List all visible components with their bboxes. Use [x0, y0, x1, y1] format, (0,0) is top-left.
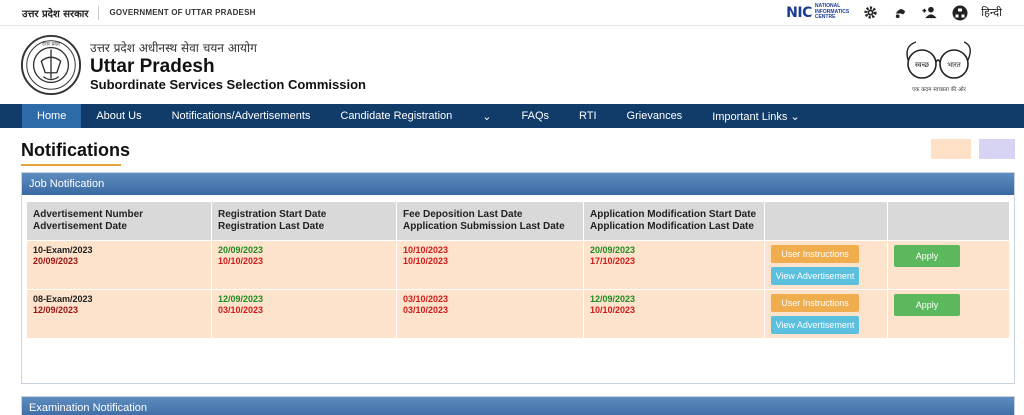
- theme-swatch-lavender[interactable]: [979, 139, 1015, 159]
- nav-candidate-registration[interactable]: Candidate Registration: [325, 104, 467, 128]
- adv-date: 20/09/2023: [33, 256, 79, 266]
- apply-button[interactable]: Apply: [894, 245, 960, 267]
- mod-start-date: 20/09/2023: [590, 245, 636, 255]
- nav-more-dropdown[interactable]: ⌄: [467, 104, 506, 128]
- reg-last-date: 10/10/2023: [218, 256, 264, 266]
- table-header-row: Advertisement Number Advertisement Date R…: [27, 202, 1009, 240]
- reg-start-date: 12/09/2023: [218, 294, 264, 304]
- glasses-icon: स्वच्छ भारत: [906, 41, 971, 79]
- exam-notification-panel: Examination Notification: [21, 396, 1015, 415]
- nic-text: NATIONAL INFORMATICS CENTRE: [814, 3, 850, 21]
- col-fee-submission: Fee Deposition Last Date Application Subm…: [397, 202, 583, 240]
- sitemap-icon[interactable]: [951, 4, 969, 22]
- gov-english-label: GOVERNMENT OF UTTAR PRADESH: [109, 8, 256, 17]
- panel-body: Advertisement Number Advertisement Date R…: [22, 195, 1014, 383]
- view-advertisement-button[interactable]: View Advertisement: [771, 316, 859, 334]
- nic-mark: NIC: [786, 4, 812, 21]
- mod-last-date: 10/10/2023: [590, 305, 636, 315]
- gov-hindi-label: उत्तर प्रदेश सरकार: [22, 8, 89, 20]
- table-row: 08-Exam/2023 12/09/2023 12/09/2023 03/10…: [27, 290, 1009, 338]
- col-apply: [888, 202, 1009, 240]
- adv-number: 08-Exam/2023: [33, 294, 93, 304]
- col-registration: Registration Start Date Registration Last…: [212, 202, 396, 240]
- swachh-tagline: एक कदम स्वच्छता की ओर: [912, 87, 966, 93]
- site-header: उत्तर प्रदेश उत्तर प्रदेश अधीनस्थ सेवा च…: [0, 26, 1024, 104]
- page-title: Notifications: [21, 140, 131, 160]
- gear-icon[interactable]: [861, 4, 879, 22]
- swachh-right-text: भारत: [947, 61, 962, 69]
- theme-swatch-peach[interactable]: [931, 139, 971, 159]
- topbar-tools: NIC NATIONAL INFORMATICS CENTRE हिन्दी: [786, 4, 1002, 22]
- nav-notifications[interactable]: Notifications/Advertisements: [157, 104, 326, 128]
- submission-last-date: 03/10/2023: [403, 305, 449, 315]
- main-nav: Home About Us Notifications/Advertisemen…: [0, 104, 1024, 128]
- title-underline: [21, 164, 121, 166]
- col-modification: Application Modification Start Date Appli…: [584, 202, 764, 240]
- title-hindi: उत्तर प्रदेश अधीनस्थ सेवा चयन आयोग: [90, 40, 257, 55]
- fee-last-date: 10/10/2023: [403, 245, 449, 255]
- table-row: 10-Exam/2023 20/09/2023 20/09/2023 10/10…: [27, 241, 1009, 289]
- users-icon[interactable]: [921, 4, 939, 22]
- swachh-left-text: स्वच्छ: [915, 61, 930, 69]
- col-advertisement: Advertisement Number Advertisement Date: [27, 202, 211, 240]
- nav-important-links[interactable]: Important Links ⌄: [697, 104, 814, 128]
- apply-button[interactable]: Apply: [894, 294, 960, 316]
- nic-logo[interactable]: NIC NATIONAL INFORMATICS CENTRE: [786, 4, 849, 21]
- nav-faqs[interactable]: FAQs: [507, 104, 565, 128]
- swachh-bharat-logo: स्वच्छ भारत एक कदम स्वच्छता की ओर: [902, 38, 976, 94]
- nav-rti[interactable]: RTI: [564, 104, 612, 128]
- panel-title: Examination Notification: [22, 397, 1014, 415]
- mod-start-date: 12/09/2023: [590, 294, 636, 304]
- user-instructions-button[interactable]: User Instructions: [771, 245, 859, 263]
- top-utility-bar: उत्तर प्रदेश सरकार GOVERNMENT OF UTTAR P…: [0, 0, 1024, 26]
- job-table: Advertisement Number Advertisement Date R…: [26, 201, 1010, 339]
- title-sub: Subordinate Services Selection Commissio…: [90, 76, 366, 92]
- header-titles: उत्तर प्रदेश अधीनस्थ सेवा चयन आयोग Uttar…: [90, 39, 366, 92]
- title-main: Uttar Pradesh: [90, 55, 215, 77]
- accessibility-icon[interactable]: [891, 4, 909, 22]
- reg-last-date: 03/10/2023: [218, 305, 264, 315]
- col-actions: [765, 202, 887, 240]
- nav-grievances[interactable]: Grievances: [612, 104, 698, 128]
- job-notification-panel: Job Notification Advertisement Number Adv…: [21, 172, 1015, 384]
- nav-home[interactable]: Home: [22, 104, 82, 128]
- view-advertisement-button[interactable]: View Advertisement: [771, 267, 859, 285]
- adv-date: 12/09/2023: [33, 305, 79, 315]
- adv-number: 10-Exam/2023: [33, 245, 93, 255]
- emblem-text: उत्तर प्रदेश: [42, 41, 61, 48]
- fee-last-date: 03/10/2023: [403, 294, 449, 304]
- up-emblem-icon[interactable]: उत्तर प्रदेश: [20, 34, 82, 96]
- user-instructions-button[interactable]: User Instructions: [771, 294, 859, 312]
- mod-last-date: 17/10/2023: [590, 256, 636, 266]
- nav-about-us[interactable]: About Us: [81, 104, 156, 128]
- divider: [98, 5, 100, 20]
- language-toggle[interactable]: हिन्दी: [981, 5, 1002, 20]
- reg-start-date: 20/09/2023: [218, 245, 264, 255]
- submission-last-date: 10/10/2023: [403, 256, 449, 266]
- panel-title: Job Notification: [22, 173, 1014, 195]
- page-header: Notifications: [0, 128, 1024, 172]
